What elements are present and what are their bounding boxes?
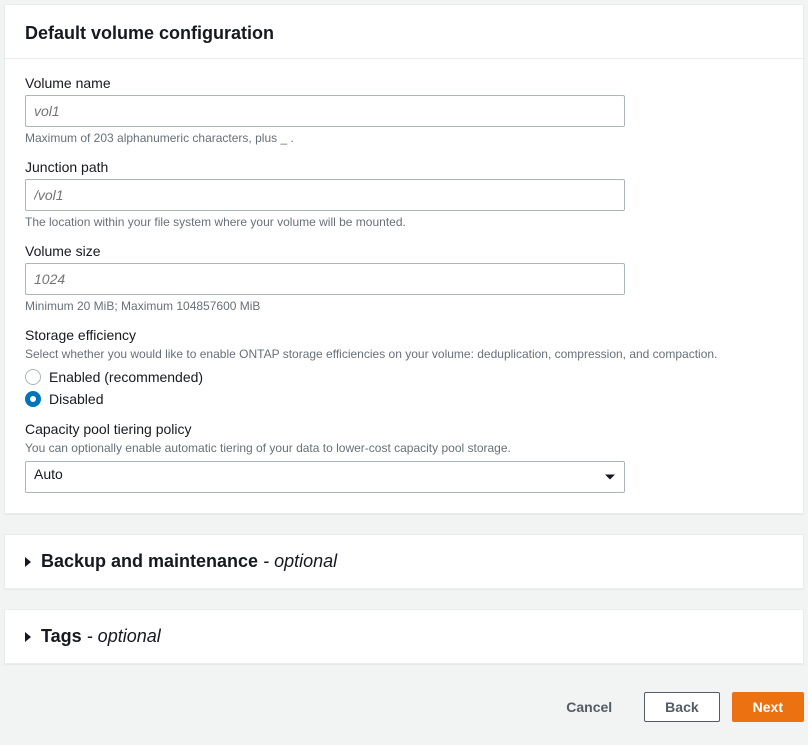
backup-maintenance-header[interactable]: Backup and maintenance - optional [25, 551, 783, 572]
radio-circle-icon [25, 369, 41, 385]
storage-efficiency-help: Select whether you would like to enable … [25, 347, 783, 361]
storage-efficiency-label: Storage efficiency [25, 327, 783, 343]
volume-size-help: Minimum 20 MiB; Maximum 104857600 MiB [25, 299, 783, 313]
radio-disabled[interactable]: Disabled [25, 391, 783, 407]
volume-name-label: Volume name [25, 75, 783, 91]
tiering-policy-select[interactable]: Auto [25, 461, 625, 493]
tiering-policy-select-wrapper: Auto [25, 461, 625, 493]
tiering-policy-help: You can optionally enable automatic tier… [25, 441, 783, 455]
storage-efficiency-group: Storage efficiency Select whether you wo… [25, 327, 783, 407]
volume-name-input[interactable] [25, 95, 625, 127]
panel-body: Volume name Maximum of 203 alphanumeric … [5, 59, 803, 513]
backup-optional-suffix: - optional [258, 551, 337, 571]
next-button[interactable]: Next [732, 692, 804, 722]
radio-disabled-label: Disabled [49, 391, 103, 407]
volume-config-panel: Default volume configuration Volume name… [4, 4, 804, 514]
backup-title-text: Backup and maintenance [41, 551, 258, 571]
volume-size-label: Volume size [25, 243, 783, 259]
footer-actions: Cancel Back Next [4, 684, 804, 730]
radio-circle-selected-icon [25, 391, 41, 407]
radio-enabled-label: Enabled (recommended) [49, 369, 203, 385]
cancel-button[interactable]: Cancel [546, 693, 632, 721]
radio-enabled[interactable]: Enabled (recommended) [25, 369, 783, 385]
tiering-policy-group: Capacity pool tiering policy You can opt… [25, 421, 783, 493]
panel-header: Default volume configuration [5, 5, 803, 59]
junction-path-help: The location within your file system whe… [25, 215, 783, 229]
panel-title: Default volume configuration [25, 23, 783, 44]
tiering-policy-label: Capacity pool tiering policy [25, 421, 783, 437]
junction-path-group: Junction path The location within your f… [25, 159, 783, 229]
junction-path-input[interactable] [25, 179, 625, 211]
volume-size-group: Volume size Minimum 20 MiB; Maximum 1048… [25, 243, 783, 313]
caret-right-icon [25, 557, 31, 567]
tags-optional-suffix: - optional [82, 626, 161, 646]
volume-name-group: Volume name Maximum of 203 alphanumeric … [25, 75, 783, 145]
backup-maintenance-title: Backup and maintenance - optional [41, 551, 337, 572]
volume-name-help: Maximum of 203 alphanumeric characters, … [25, 131, 783, 145]
caret-right-icon [25, 632, 31, 642]
tags-panel: Tags - optional [4, 609, 804, 664]
tags-header[interactable]: Tags - optional [25, 626, 783, 647]
junction-path-label: Junction path [25, 159, 783, 175]
backup-maintenance-panel: Backup and maintenance - optional [4, 534, 804, 589]
back-button[interactable]: Back [644, 692, 719, 722]
tags-title: Tags - optional [41, 626, 161, 647]
tags-title-text: Tags [41, 626, 82, 646]
storage-efficiency-radios: Enabled (recommended) Disabled [25, 369, 783, 407]
volume-size-input[interactable] [25, 263, 625, 295]
